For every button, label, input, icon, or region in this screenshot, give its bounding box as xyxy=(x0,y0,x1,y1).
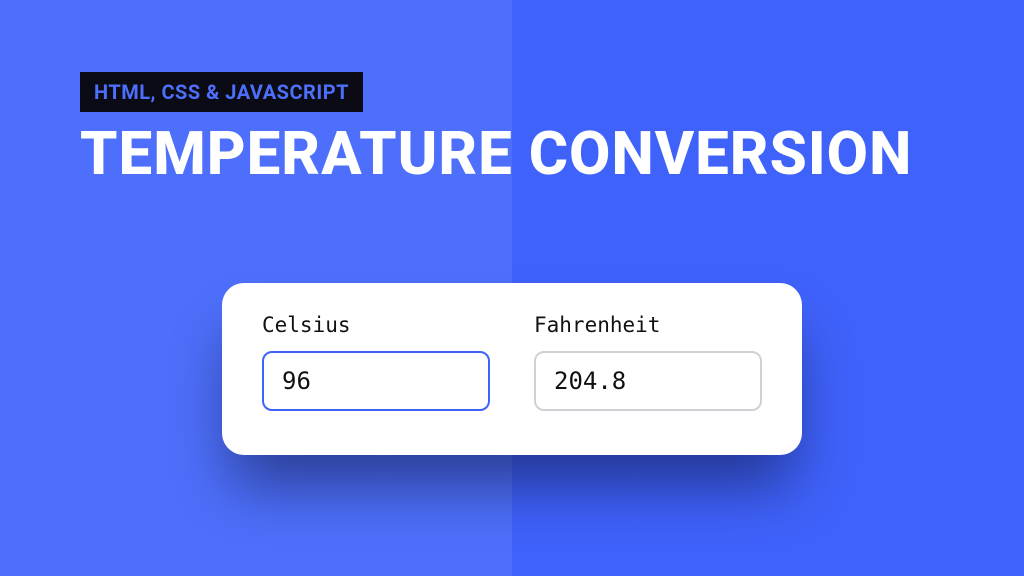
header: HTML, CSS & JAVASCRIPT TEMPERATURE CONVE… xyxy=(0,0,1024,185)
celsius-field: Celsius xyxy=(262,313,490,411)
fahrenheit-input[interactable] xyxy=(534,351,762,411)
tech-badge: HTML, CSS & JAVASCRIPT xyxy=(80,72,363,112)
celsius-input[interactable] xyxy=(262,351,490,411)
converter-card: Celsius Fahrenheit xyxy=(222,283,802,455)
fahrenheit-field: Fahrenheit xyxy=(534,313,762,411)
fahrenheit-label: Fahrenheit xyxy=(534,313,762,337)
celsius-label: Celsius xyxy=(262,313,490,337)
page-title: TEMPERATURE CONVERSION xyxy=(80,122,1024,185)
